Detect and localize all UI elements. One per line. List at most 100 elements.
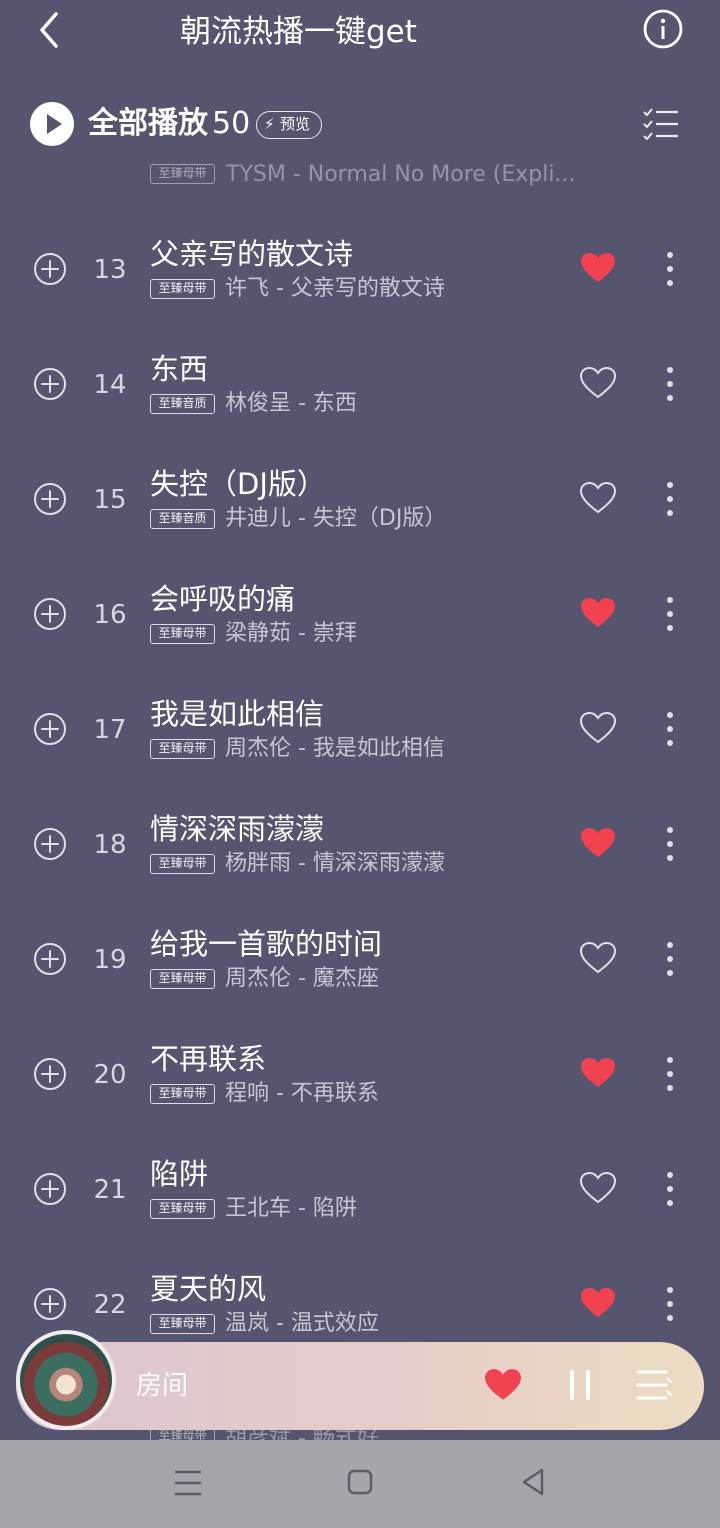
more-options-icon[interactable]: [664, 250, 676, 288]
heart-filled-icon[interactable]: [580, 597, 616, 629]
song-title[interactable]: 不再联系: [150, 1037, 266, 1081]
more-options-icon[interactable]: [664, 1055, 676, 1093]
play-all-label[interactable]: 全部播放: [88, 102, 208, 146]
song-subtitle: 程响 - 不再联系: [225, 1081, 379, 1106]
heart-filled-icon[interactable]: [580, 1057, 616, 1089]
song-subtitle: 杨胖雨 - 情深深雨濛濛: [225, 851, 445, 876]
add-to-playlist-icon[interactable]: [33, 482, 67, 516]
nav-back-icon[interactable]: [518, 1466, 548, 1498]
song-row-partial-top: 至臻母带 TYSM - Normal No More (Expli...: [150, 160, 580, 190]
preview-button[interactable]: ⚡ 预览: [256, 111, 322, 139]
song-index: 13: [93, 255, 127, 285]
quality-badge: 至臻音质: [150, 509, 215, 529]
song-subtitle: 周杰伦 - 我是如此相信: [225, 736, 445, 761]
quality-badge: 至臻母带: [150, 1199, 215, 1219]
song-index: 16: [93, 600, 127, 630]
pause-icon[interactable]: [568, 1369, 592, 1401]
quality-badge: 至臻音质: [150, 394, 215, 414]
song-title[interactable]: 夏天的风: [150, 1267, 266, 1311]
song-subtitle: 周杰伦 - 魔杰座: [225, 966, 379, 991]
play-all-bar: 全部播放 50 ⚡ 预览: [0, 94, 720, 156]
song-row[interactable]: 21 陷阱至臻母带 王北车 - 陷阱: [0, 1150, 720, 1265]
heart-filled-icon[interactable]: [580, 1287, 616, 1319]
song-title[interactable]: 失控（DJ版）: [150, 462, 326, 506]
song-index: 18: [93, 830, 127, 860]
heart-outline-icon[interactable]: [580, 1172, 616, 1204]
lightning-icon: ⚡: [264, 115, 275, 133]
song-title[interactable]: 情深深雨濛濛: [150, 807, 324, 851]
recent-apps-icon[interactable]: [172, 1468, 204, 1498]
song-index: 15: [93, 485, 127, 515]
more-options-icon[interactable]: [664, 1285, 676, 1323]
heart-outline-icon[interactable]: [580, 942, 616, 974]
quality-badge: 至臻母带: [150, 969, 215, 989]
song-row[interactable]: 19 给我一首歌的时间至臻母带 周杰伦 - 魔杰座: [0, 920, 720, 1035]
song-index: 14: [93, 370, 127, 400]
album-art[interactable]: [16, 1330, 116, 1430]
song-title[interactable]: 陷阱: [150, 1152, 208, 1196]
song-subtitle: 王北车 - 陷阱: [225, 1196, 357, 1221]
heart-outline-icon[interactable]: [580, 482, 616, 514]
song-row[interactable]: 17 我是如此相信至臻母带 周杰伦 - 我是如此相信: [0, 690, 720, 805]
heart-outline-icon[interactable]: [580, 367, 616, 399]
quality-badge: 至臻母带: [150, 164, 215, 184]
preview-label: 预览: [280, 115, 311, 133]
add-to-playlist-icon[interactable]: [33, 712, 67, 746]
multi-select-icon[interactable]: [642, 108, 680, 140]
info-icon[interactable]: [642, 8, 684, 50]
add-to-playlist-icon[interactable]: [33, 942, 67, 976]
more-options-icon[interactable]: [664, 940, 676, 978]
play-all-button[interactable]: [30, 102, 74, 146]
heart-filled-icon[interactable]: [484, 1368, 522, 1402]
add-to-playlist-icon[interactable]: [33, 1287, 67, 1321]
song-subtitle: TYSM - Normal No More (Expli...: [226, 162, 576, 187]
more-options-icon[interactable]: [664, 825, 676, 863]
add-to-playlist-icon[interactable]: [33, 1057, 67, 1091]
add-to-playlist-icon[interactable]: [33, 252, 67, 286]
add-to-playlist-icon[interactable]: [33, 597, 67, 631]
mini-player[interactable]: 房间: [16, 1330, 704, 1430]
song-subtitle: 林俊呈 - 东西: [225, 391, 357, 416]
song-index: 19: [93, 945, 127, 975]
quality-badge: 至臻母带: [150, 1314, 215, 1334]
heart-outline-icon[interactable]: [580, 712, 616, 744]
song-row[interactable]: 20 不再联系 至臻母带 程响 - 不再联系: [0, 1035, 720, 1150]
home-icon[interactable]: [346, 1468, 374, 1496]
heart-filled-icon[interactable]: [580, 827, 616, 859]
song-row[interactable]: 13 父亲写的散文诗至臻母带 许飞 - 父亲写的散文诗: [0, 230, 720, 345]
song-subtitle: 许飞 - 父亲写的散文诗: [225, 276, 445, 301]
back-arrow-icon[interactable]: [28, 8, 72, 52]
add-to-playlist-icon[interactable]: [33, 367, 67, 401]
song-row[interactable]: 14 东西至臻音质 林俊呈 - 东西: [0, 345, 720, 460]
song-title[interactable]: 东西: [150, 347, 208, 391]
quality-badge: 至臻母带: [150, 739, 215, 759]
song-title[interactable]: 我是如此相信: [150, 692, 324, 736]
quality-badge: 至臻母带: [150, 279, 215, 299]
song-subtitle: 梁静茹 - 崇拜: [225, 621, 357, 646]
more-options-icon[interactable]: [664, 365, 676, 403]
song-index: 17: [93, 715, 127, 745]
song-subtitle: 井迪儿 - 失控（DJ版）: [225, 506, 447, 531]
add-to-playlist-icon[interactable]: [33, 1172, 67, 1206]
song-title[interactable]: 会呼吸的痛: [150, 577, 295, 621]
quality-badge: 至臻母带: [150, 624, 215, 644]
now-playing-title: 房间: [136, 1371, 189, 1401]
system-nav-bar: [0, 1440, 720, 1528]
song-title[interactable]: 父亲写的散文诗: [150, 232, 353, 276]
playlist-icon[interactable]: [636, 1368, 672, 1402]
quality-badge: 至臻母带: [150, 1084, 215, 1104]
more-options-icon[interactable]: [664, 480, 676, 518]
add-to-playlist-icon[interactable]: [33, 827, 67, 861]
song-row[interactable]: 18 情深深雨濛濛 至臻母带 杨胖雨 - 情深深雨濛濛: [0, 805, 720, 920]
top-bar: 朝流热播一键get: [0, 0, 720, 64]
heart-filled-icon[interactable]: [580, 252, 616, 284]
song-row[interactable]: 15 失控（DJ版） 至臻音质 井迪儿 - 失控（DJ版）: [0, 460, 720, 575]
more-options-icon[interactable]: [664, 1170, 676, 1208]
song-count: 50: [212, 106, 251, 141]
song-row[interactable]: 16 会呼吸的痛至臻母带 梁静茹 - 崇拜: [0, 575, 720, 690]
more-options-icon[interactable]: [664, 595, 676, 633]
song-index: 22: [93, 1290, 127, 1320]
song-index: 21: [93, 1175, 127, 1205]
more-options-icon[interactable]: [664, 710, 676, 748]
song-title[interactable]: 给我一首歌的时间: [150, 922, 382, 966]
